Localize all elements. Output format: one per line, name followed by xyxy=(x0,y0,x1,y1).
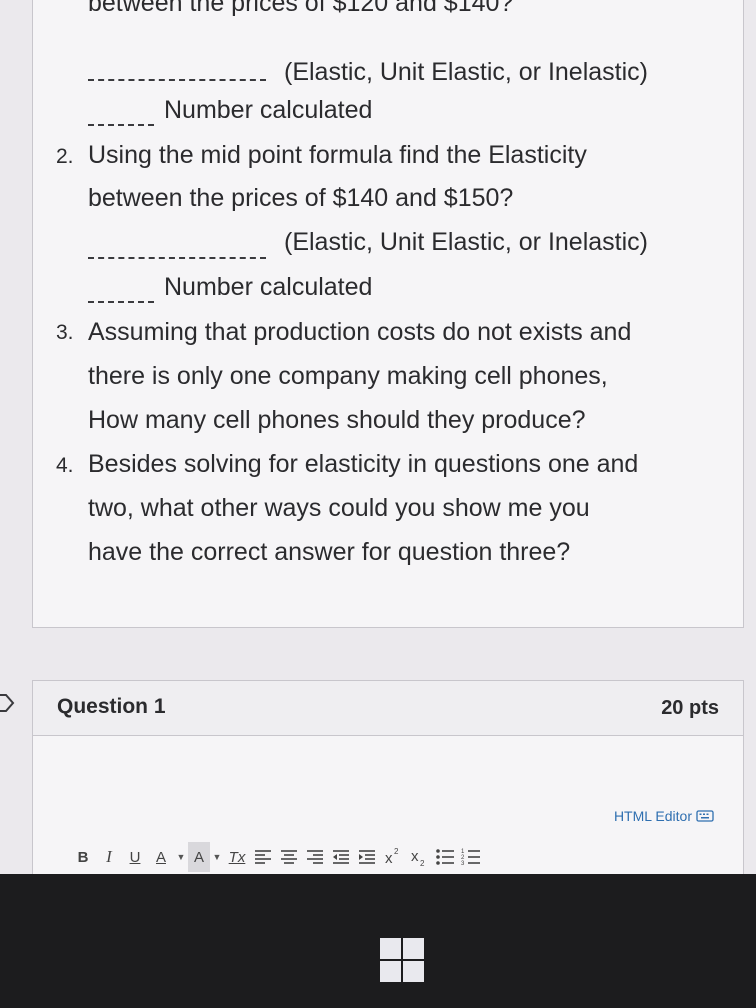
html-editor-link[interactable]: HTML Editor xyxy=(614,808,714,824)
svg-text:3: 3 xyxy=(461,861,465,867)
svg-text:x: x xyxy=(385,850,393,867)
answer-type-prompt-2: (Elastic, Unit Elastic, or Inelastic) xyxy=(284,228,648,256)
align-left-icon[interactable] xyxy=(250,842,276,872)
answer-type-blank-2 xyxy=(88,257,266,259)
underline-button[interactable]: U xyxy=(122,842,148,872)
item-2-line-1: Using the mid point formula find the Ela… xyxy=(88,141,587,169)
item-number-4: 4. xyxy=(56,454,74,477)
question-header: Question 1 20 pts xyxy=(32,680,744,736)
subscript-icon[interactable]: x2 xyxy=(406,842,432,872)
item-2-line-2: between the prices of $140 and $150? xyxy=(88,184,514,212)
item-4-line-2: two, what other ways could you show me y… xyxy=(88,494,590,522)
windows-logo-icon xyxy=(380,938,424,982)
superscript-icon[interactable]: x2 xyxy=(380,842,406,872)
html-editor-label: HTML Editor xyxy=(613,808,692,824)
screen: between the prices of $120 and $140? (El… xyxy=(0,0,756,874)
italic-button[interactable]: I xyxy=(96,842,122,872)
answer-type-blank-1 xyxy=(88,79,266,81)
bullet-list-icon[interactable] xyxy=(432,842,458,872)
question-points: 20 pts xyxy=(661,697,719,719)
keyboard-icon xyxy=(696,810,714,822)
item-number-3: 3. xyxy=(56,321,74,344)
align-right-icon[interactable] xyxy=(302,842,328,872)
background-color-dropdown-icon[interactable]: ▼ xyxy=(210,852,224,862)
background-color-button[interactable]: A xyxy=(188,842,210,872)
item-4-line-1: Besides solving for elasticity in questi… xyxy=(88,450,639,478)
number-prompt-1: Number calculated xyxy=(164,96,373,124)
align-center-icon[interactable] xyxy=(276,842,302,872)
svg-text:x: x xyxy=(411,848,419,865)
item-3-line-2: there is only one company making cell ph… xyxy=(88,362,608,390)
indent-icon[interactable] xyxy=(354,842,380,872)
item-4-line-3: have the correct answer for question thr… xyxy=(88,538,571,566)
number-blank-2 xyxy=(88,301,154,303)
font-color-button[interactable]: A xyxy=(148,842,174,872)
answer-type-prompt-1: (Elastic, Unit Elastic, or Inelastic) xyxy=(284,58,648,86)
cut-off-question-line: between the prices of $120 and $140? xyxy=(88,0,514,17)
item-3-line-3: How many cell phones should they produce… xyxy=(88,406,586,434)
question-title: Question 1 xyxy=(57,695,166,718)
item-3-line-1: Assuming that production costs do not ex… xyxy=(88,318,632,346)
number-blank-1 xyxy=(88,124,154,126)
question-description-panel xyxy=(32,0,744,628)
numbered-list-icon[interactable]: 123 xyxy=(458,842,484,872)
svg-text:2: 2 xyxy=(420,859,425,868)
svg-text:2: 2 xyxy=(394,847,399,856)
outdent-icon[interactable] xyxy=(328,842,354,872)
number-prompt-2: Number calculated xyxy=(164,273,373,301)
left-arrow-icon[interactable] xyxy=(0,692,16,714)
editor-toolbar: B I U A ▼ A ▼ Tx x2 x2 123 xyxy=(70,842,484,872)
item-number-2: 2. xyxy=(56,145,74,168)
bold-button[interactable]: B xyxy=(70,842,96,872)
clear-format-button[interactable]: Tx xyxy=(224,842,250,872)
font-color-dropdown-icon[interactable]: ▼ xyxy=(174,852,188,862)
